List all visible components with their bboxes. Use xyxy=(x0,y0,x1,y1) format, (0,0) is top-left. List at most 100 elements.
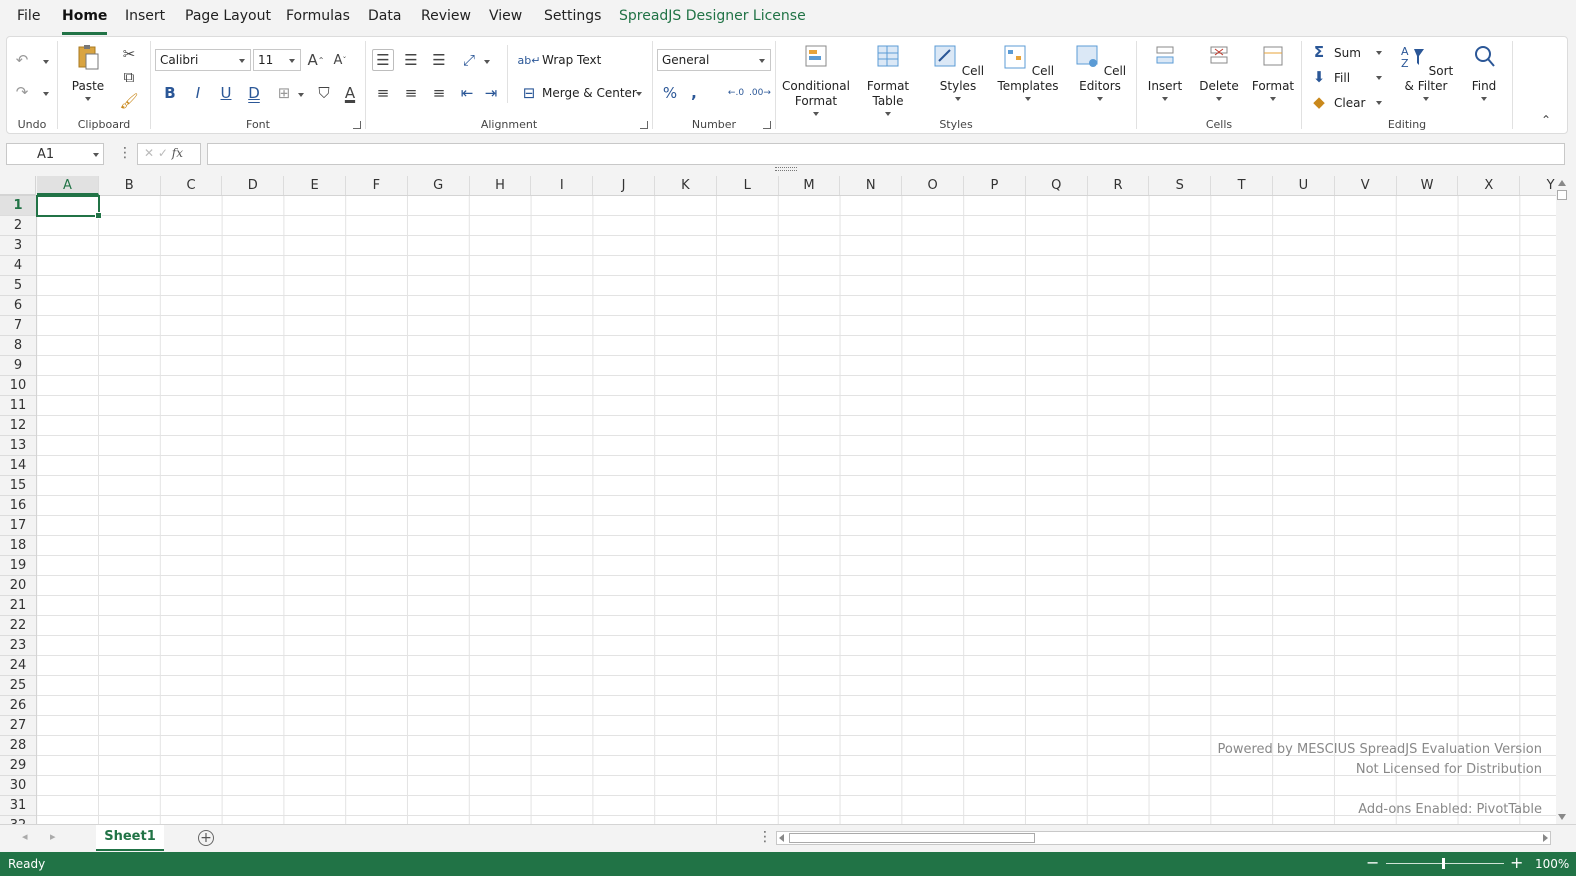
spreadsheet-grid[interactable]: ABCDEFGHIJKLMNOPQRSTUVWXY 1 2 3 4 5 6 7 8 9 10 11 1… xyxy=(0,176,1556,824)
row-header[interactable]: 11 xyxy=(0,396,36,416)
font-dialog-launcher-icon[interactable] xyxy=(353,121,361,129)
zoom-slider-thumb[interactable] xyxy=(1442,858,1445,869)
row-header[interactable]: 14 xyxy=(0,456,36,476)
sum-dropdown-icon[interactable] xyxy=(1376,51,1382,55)
row-header[interactable]: 25 xyxy=(0,676,36,696)
row-header[interactable]: 1 xyxy=(0,196,36,216)
column-header[interactable]: M xyxy=(779,176,841,195)
tab-file[interactable]: File xyxy=(17,8,40,24)
tab-splitter-icon[interactable]: ⋮ xyxy=(758,829,772,845)
alignment-dialog-launcher-icon[interactable] xyxy=(640,121,648,129)
collapse-ribbon-icon[interactable]: ⌃ xyxy=(1535,109,1557,131)
increase-font-icon[interactable]: A ⌃ xyxy=(305,49,327,71)
tab-page-layout[interactable]: Page Layout xyxy=(185,8,271,24)
decrease-indent-icon[interactable]: ⇤ xyxy=(456,82,478,104)
row-header[interactable]: 21 xyxy=(0,596,36,616)
row-header[interactable]: 12 xyxy=(0,416,36,436)
align-right-icon[interactable]: ≡ xyxy=(428,82,450,104)
column-header[interactable]: J xyxy=(593,176,655,195)
row-header[interactable]: 5 xyxy=(0,276,36,296)
format-painter-icon[interactable]: 🖌 xyxy=(118,90,140,112)
column-header[interactable]: L xyxy=(717,176,779,195)
merge-dropdown-icon[interactable] xyxy=(636,92,642,96)
clear-dropdown-icon[interactable] xyxy=(1376,101,1382,105)
row-header[interactable]: 20 xyxy=(0,576,36,596)
zoom-out-icon[interactable]: − xyxy=(1366,853,1379,872)
underline-icon[interactable]: U xyxy=(215,82,237,104)
row-header[interactable]: 7 xyxy=(0,316,36,336)
row-header[interactable]: 10 xyxy=(0,376,36,396)
column-header[interactable]: I xyxy=(531,176,594,195)
row-header[interactable]: 29 xyxy=(0,756,36,776)
cut-icon[interactable]: ✂ xyxy=(118,43,140,65)
delete-cells-button[interactable]: Delete xyxy=(1195,43,1243,101)
column-header[interactable]: C xyxy=(161,176,223,195)
scroll-down-icon[interactable] xyxy=(1558,814,1566,820)
sheet-tab-sheet1[interactable]: Sheet1 xyxy=(96,825,164,851)
paste-dropdown-icon[interactable] xyxy=(85,97,91,101)
column-header[interactable]: G xyxy=(408,176,470,195)
row-header[interactable]: 13 xyxy=(0,436,36,456)
orientation-icon[interactable]: ⤢ xyxy=(458,49,480,71)
redo-dropdown-icon[interactable] xyxy=(43,92,49,96)
name-box[interactable]: A1 xyxy=(6,143,104,165)
column-header[interactable]: H xyxy=(470,176,532,195)
zoom-in-icon[interactable]: + xyxy=(1510,853,1523,872)
row-header[interactable]: 22 xyxy=(0,616,36,636)
align-bottom-icon[interactable]: ☰ xyxy=(428,49,450,71)
row-header[interactable]: 19 xyxy=(0,556,36,576)
scroll-right-icon[interactable] xyxy=(1543,834,1548,842)
cell-styles-button[interactable]: Cell Styles xyxy=(926,43,990,101)
tab-formulas[interactable]: Formulas xyxy=(286,8,350,24)
splitter-handle[interactable] xyxy=(775,167,797,171)
add-sheet-icon[interactable]: + xyxy=(198,830,214,846)
column-header[interactable]: F xyxy=(346,176,408,195)
column-header[interactable]: O xyxy=(902,176,964,195)
wrap-text-icon[interactable]: ab↵ xyxy=(518,49,541,71)
align-left-icon[interactable]: ≡ xyxy=(372,82,394,104)
scroll-left-icon[interactable] xyxy=(779,834,784,842)
row-header[interactable]: 23 xyxy=(0,636,36,656)
align-middle-icon[interactable]: ☰ xyxy=(400,49,422,71)
tab-spreadjs-license[interactable]: SpreadJS Designer License xyxy=(619,8,806,24)
fill-dropdown-icon[interactable] xyxy=(1376,76,1382,80)
column-header[interactable]: Y xyxy=(1520,176,1556,195)
row-header[interactable]: 15 xyxy=(0,476,36,496)
row-header[interactable]: 8 xyxy=(0,336,36,356)
tab-review[interactable]: Review xyxy=(421,8,471,24)
fill-icon[interactable]: ⬇ xyxy=(1308,66,1330,88)
wrap-text-button[interactable]: Wrap Text xyxy=(542,53,601,67)
column-header[interactable]: U xyxy=(1273,176,1335,195)
column-header[interactable]: V xyxy=(1335,176,1397,195)
increase-indent-icon[interactable]: ⇥ xyxy=(480,82,502,104)
font-color-icon[interactable]: A xyxy=(339,82,361,104)
format-cells-button[interactable]: Format xyxy=(1249,43,1297,101)
select-all-corner[interactable] xyxy=(0,176,36,195)
undo-icon[interactable]: ↶ xyxy=(11,49,33,71)
row-header[interactable]: 27 xyxy=(0,716,36,736)
scroll-thumb[interactable] xyxy=(789,833,1035,843)
orientation-dropdown-icon[interactable] xyxy=(484,60,490,64)
redo-icon[interactable]: ↷ xyxy=(11,81,33,103)
horizontal-scrollbar[interactable] xyxy=(776,831,1551,845)
find-button[interactable]: Find xyxy=(1462,43,1506,101)
column-header[interactable]: K xyxy=(655,176,717,195)
active-cell[interactable] xyxy=(36,195,102,219)
sum-icon[interactable]: Σ xyxy=(1308,41,1330,63)
row-header[interactable]: 6 xyxy=(0,296,36,316)
decrease-decimal-icon[interactable]: .00→ xyxy=(749,82,771,104)
row-header[interactable]: 30 xyxy=(0,776,36,796)
scroll-thumb[interactable] xyxy=(1557,190,1567,200)
borders-dropdown-icon[interactable] xyxy=(298,93,304,97)
row-header[interactable]: 3 xyxy=(0,236,36,256)
number-format-select[interactable]: General xyxy=(657,49,771,71)
column-header[interactable]: E xyxy=(284,176,346,195)
column-header[interactable]: W xyxy=(1397,176,1459,195)
undo-dropdown-icon[interactable] xyxy=(43,60,49,64)
double-underline-icon[interactable]: D xyxy=(243,82,265,104)
row-header[interactable]: 28 xyxy=(0,736,36,756)
number-dialog-launcher-icon[interactable] xyxy=(763,121,771,129)
fill-button[interactable]: Fill xyxy=(1334,71,1350,85)
align-center-icon[interactable]: ≡ xyxy=(400,82,422,104)
row-header[interactable]: 2 xyxy=(0,216,36,236)
